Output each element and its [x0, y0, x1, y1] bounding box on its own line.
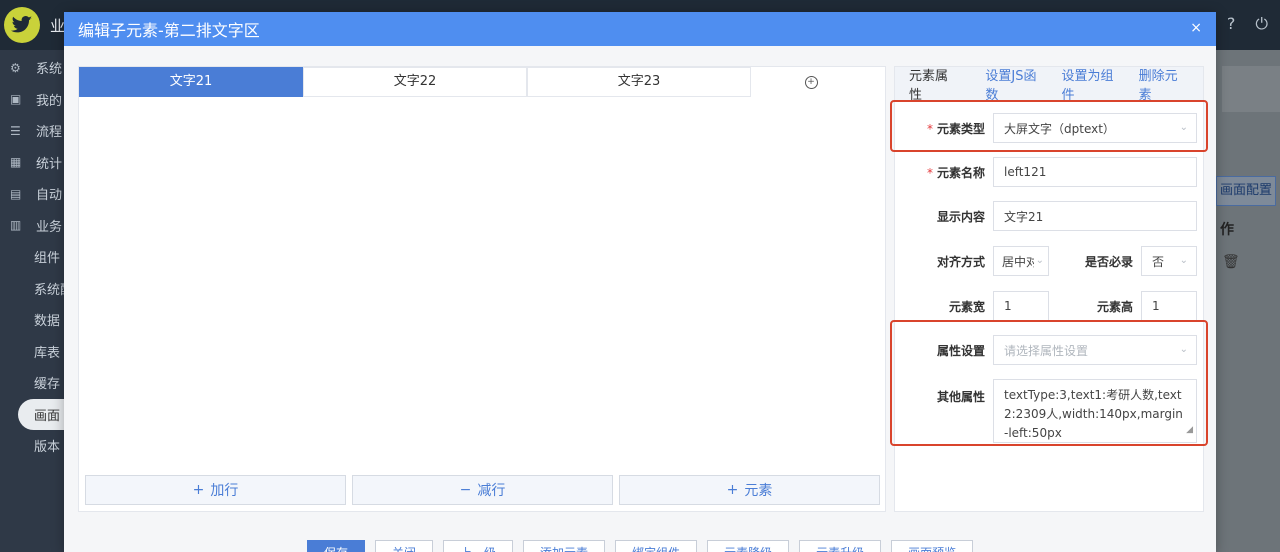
plus-icon: +	[192, 482, 205, 498]
op-column-header: 作	[1220, 222, 1234, 238]
element-name-input[interactable]: left121	[993, 157, 1197, 187]
sidebar-sub-sysconfig[interactable]: 系统配	[0, 273, 64, 305]
promote-element-button[interactable]: 元素升级	[799, 540, 882, 552]
add-tab-button[interactable]: +	[751, 67, 871, 97]
edit-child-element-dialog: 编辑子元素-第二排文字区 × 文字21 文字22 文字23 + + 加行 − 减行 …	[64, 12, 1216, 552]
close-icon[interactable]: ×	[1190, 20, 1202, 36]
tab-text22[interactable]: 文字22	[303, 67, 527, 97]
screen-preview-button[interactable]: 画面预览	[891, 540, 974, 552]
sidebar-sub-version[interactable]: 版本	[0, 430, 64, 462]
bind-component-button[interactable]: 绑定组件	[615, 540, 698, 552]
chevron-down-icon: ⌄	[1035, 255, 1044, 266]
save-button[interactable]: 保存	[307, 540, 366, 552]
display-content-input[interactable]: 文字21	[993, 201, 1197, 231]
align-label: 对齐方式	[936, 254, 985, 269]
sidebar-item-system[interactable]: ⚙ 系统	[0, 52, 64, 84]
properties-header: 元素属性 设置JS函数 设置为组件 删除元素	[895, 65, 1203, 103]
add-element-button[interactable]: + 元素	[619, 475, 880, 505]
set-as-component-link[interactable]: 设置为组件	[1062, 65, 1125, 103]
add-row-button[interactable]: + 加行	[85, 475, 346, 505]
element-height-input[interactable]: 1	[1141, 291, 1197, 321]
remove-row-button[interactable]: − 减行	[352, 475, 613, 505]
canvas-area	[79, 99, 885, 473]
highlight-box-attributes	[890, 320, 1208, 446]
highlight-box-type	[890, 100, 1208, 152]
properties-title: 元素属性	[909, 69, 949, 103]
sidebar-sub-data[interactable]: 数据	[0, 304, 64, 336]
app-title: 业	[50, 17, 66, 35]
dialog-header: 编辑子元素-第二排文字区 ×	[64, 12, 1216, 46]
sidebar-sub-cache[interactable]: 缓存	[0, 367, 64, 399]
sidebar-sub-component[interactable]: 组件	[0, 241, 64, 273]
bird-logo-icon	[4, 7, 40, 43]
add-circle-icon: +	[804, 75, 818, 89]
sidebar-item-mine[interactable]: ▣ 我的	[0, 84, 64, 116]
parent-level-button[interactable]: 上一级	[443, 540, 514, 552]
element-name-label: * 元素名称	[926, 165, 985, 180]
tab-text23[interactable]: 文字23	[527, 67, 751, 97]
footer-buttons: 保存 关闭 上一级 添加元素 绑定组件 元素降级 元素升级 画面预览	[307, 540, 974, 552]
sidebar-item-biz[interactable]: ▥ 业务	[0, 210, 64, 242]
required-label: 是否必录	[1084, 254, 1133, 269]
demote-element-button[interactable]: 元素降级	[707, 540, 790, 552]
layout-panel: 文字21 文字22 文字23 + + 加行 − 减行 + 元素	[78, 66, 886, 512]
plus-icon: +	[726, 482, 739, 498]
sidebar: ⚙系统 ▣我的 ☰流程 ▦统计 ▤自动 ▥业务 组件 系统配 数据 库表 缓存 …	[0, 50, 64, 552]
sidebar-item-flow[interactable]: ☰ 流程	[0, 115, 64, 147]
sidebar-item-auto[interactable]: ▤ 自动	[0, 178, 64, 210]
dialog-title: 编辑子元素-第二排文字区	[78, 21, 260, 40]
background-content: 画面配置 作 🗑	[1216, 50, 1280, 552]
element-width-label: 元素宽	[948, 299, 985, 314]
gear-icon: ⚙	[10, 60, 21, 75]
close-button[interactable]: 关闭	[375, 540, 434, 552]
set-js-function-link[interactable]: 设置JS函数	[985, 65, 1047, 103]
element-width-input[interactable]: 1	[993, 291, 1049, 321]
minus-icon: −	[459, 482, 472, 498]
element-height-label: 元素高	[1096, 299, 1133, 314]
chart-icon: ▦	[10, 155, 22, 170]
biz-icon: ▥	[10, 218, 22, 233]
auto-icon: ▤	[10, 186, 22, 201]
flow-icon: ☰	[10, 123, 21, 138]
chevron-down-icon: ⌄	[1179, 255, 1188, 266]
sidebar-sub-table[interactable]: 库表	[0, 336, 64, 368]
display-content-label: 显示内容	[936, 209, 985, 224]
required-select[interactable]: 否 ⌄	[1141, 246, 1197, 276]
question-icon[interactable]: ?	[1227, 14, 1236, 34]
user-icon: ▣	[10, 92, 22, 107]
element-tabs: 文字21 文字22 文字23 +	[79, 67, 885, 99]
align-select[interactable]: 居中对 ⌄	[993, 246, 1049, 276]
add-element-footer-button[interactable]: 添加元素	[523, 540, 606, 552]
trash-icon[interactable]: 🗑	[1222, 254, 1240, 270]
power-icon[interactable]: ⏻	[1255, 14, 1268, 34]
background-card	[1222, 66, 1280, 112]
delete-element-link[interactable]: 删除元素	[1139, 65, 1189, 103]
sidebar-item-stats[interactable]: ▦ 统计	[0, 147, 64, 179]
screen-config-button[interactable]: 画面配置	[1216, 176, 1276, 206]
tab-text21[interactable]: 文字21	[79, 67, 303, 97]
sidebar-sub-screen[interactable]: 画面	[18, 398, 64, 430]
dialog-body: 文字21 文字22 文字23 + + 加行 − 减行 + 元素 元素属性 设置JS函数…	[64, 46, 1216, 552]
